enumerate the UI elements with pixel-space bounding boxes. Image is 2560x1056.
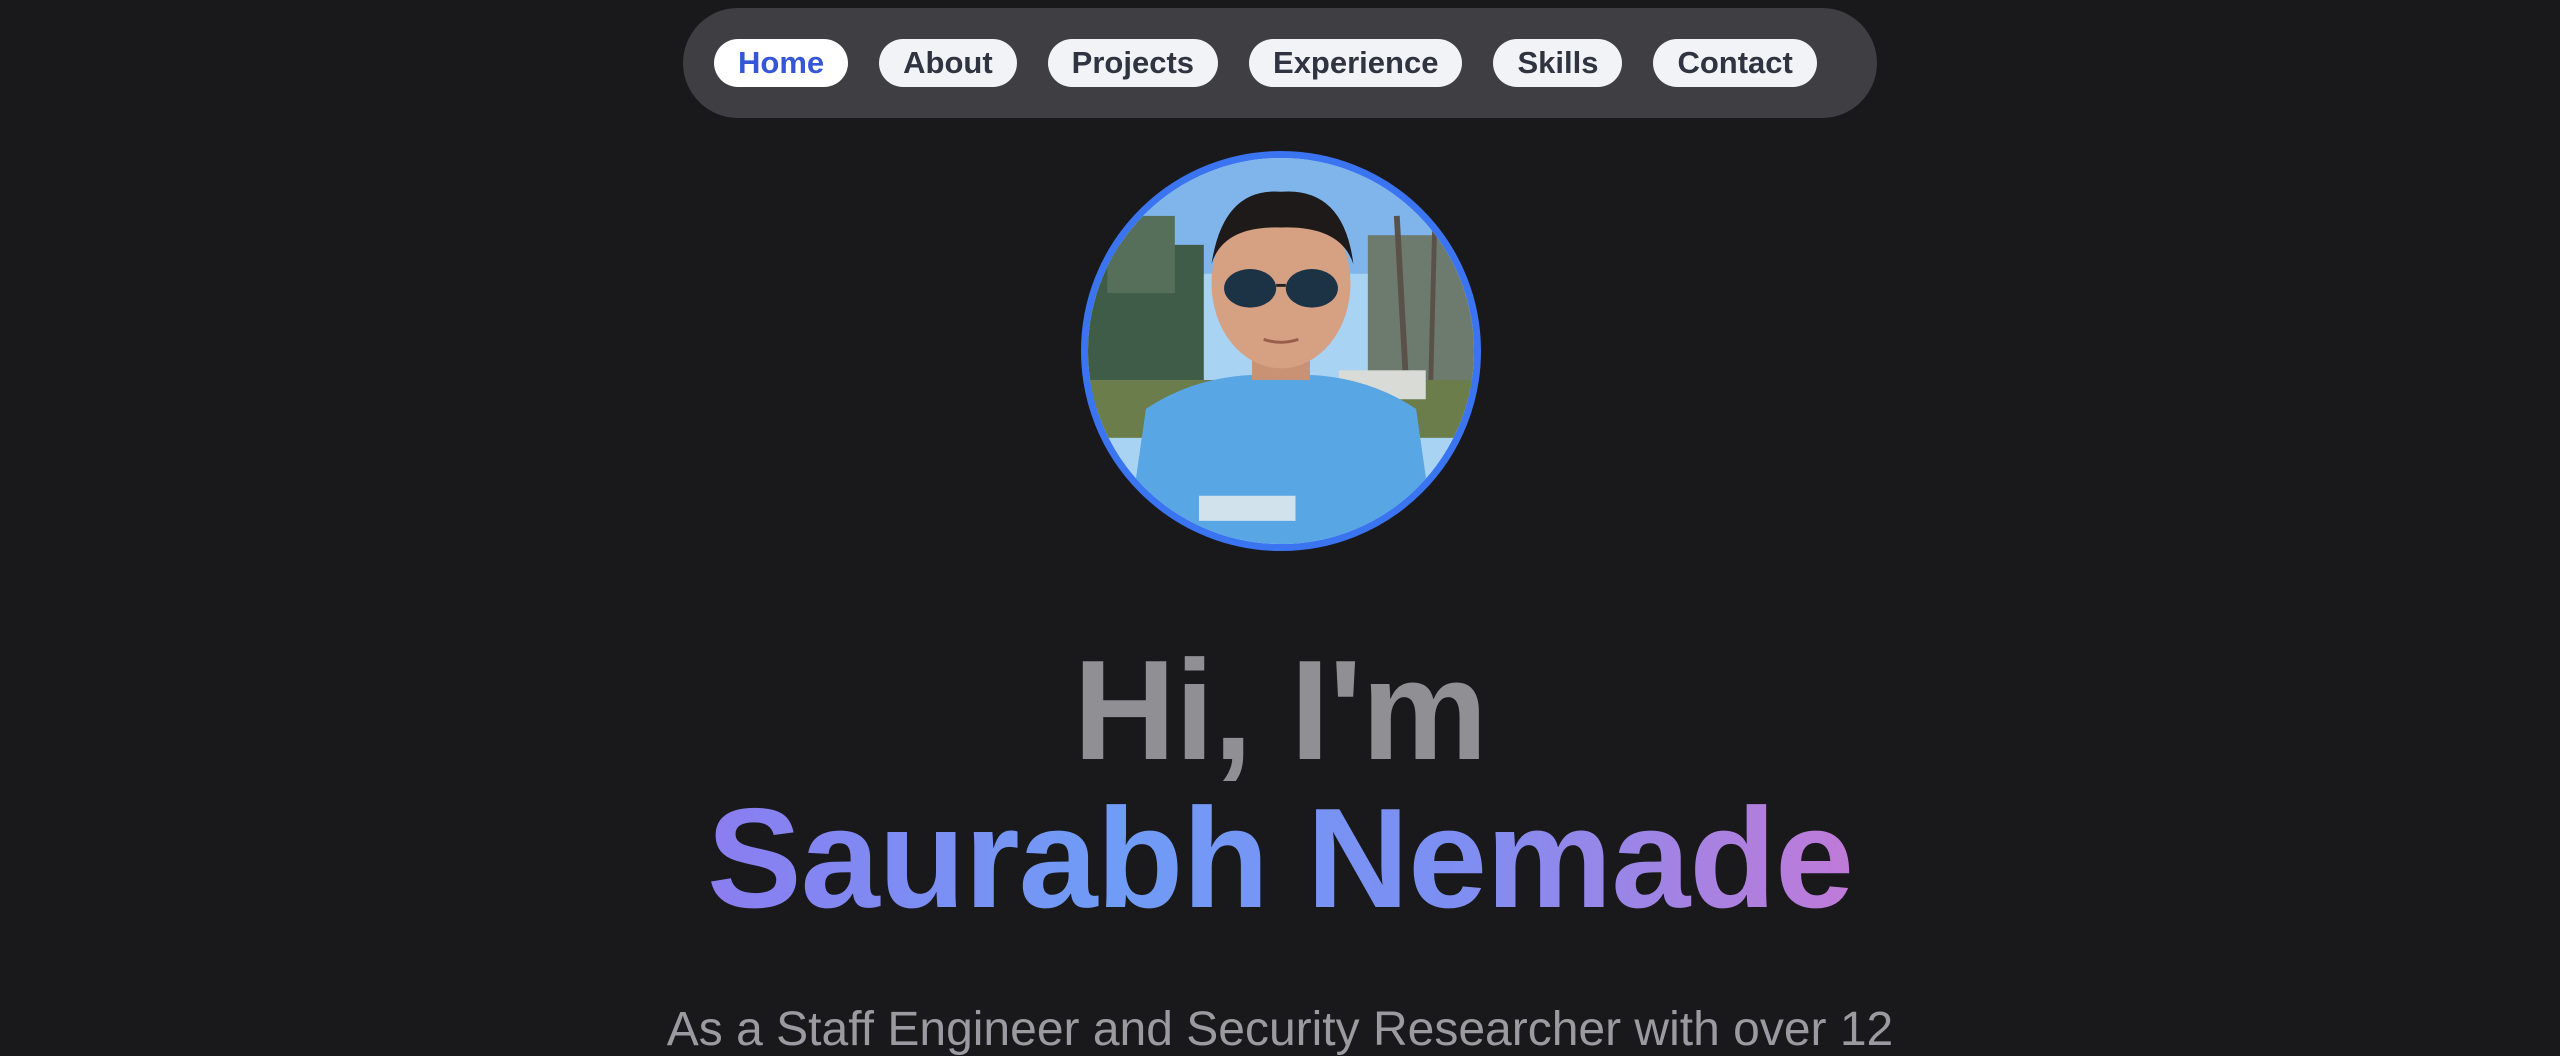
name-text: Saurabh Nemade: [706, 779, 1854, 938]
nav-contact[interactable]: Contact: [1653, 39, 1817, 87]
nav-home[interactable]: Home: [714, 39, 849, 87]
top-navigation: Home About Projects Experience Skills Co…: [683, 8, 1877, 118]
greeting-heading: Hi, I'm: [1073, 631, 1487, 790]
nav-about[interactable]: About: [879, 39, 1017, 87]
nav-experience[interactable]: Experience: [1249, 39, 1463, 87]
nav-skills[interactable]: Skills: [1493, 39, 1623, 87]
profile-photo: [1081, 151, 1481, 551]
page: Home About Projects Experience Skills Co…: [0, 0, 2560, 1056]
name-heading: Saurabh Nemade: [0, 784, 2560, 934]
nav-projects[interactable]: Projects: [1047, 39, 1219, 87]
tagline-text: As a Staff Engineer and Security Researc…: [666, 1003, 1894, 1056]
